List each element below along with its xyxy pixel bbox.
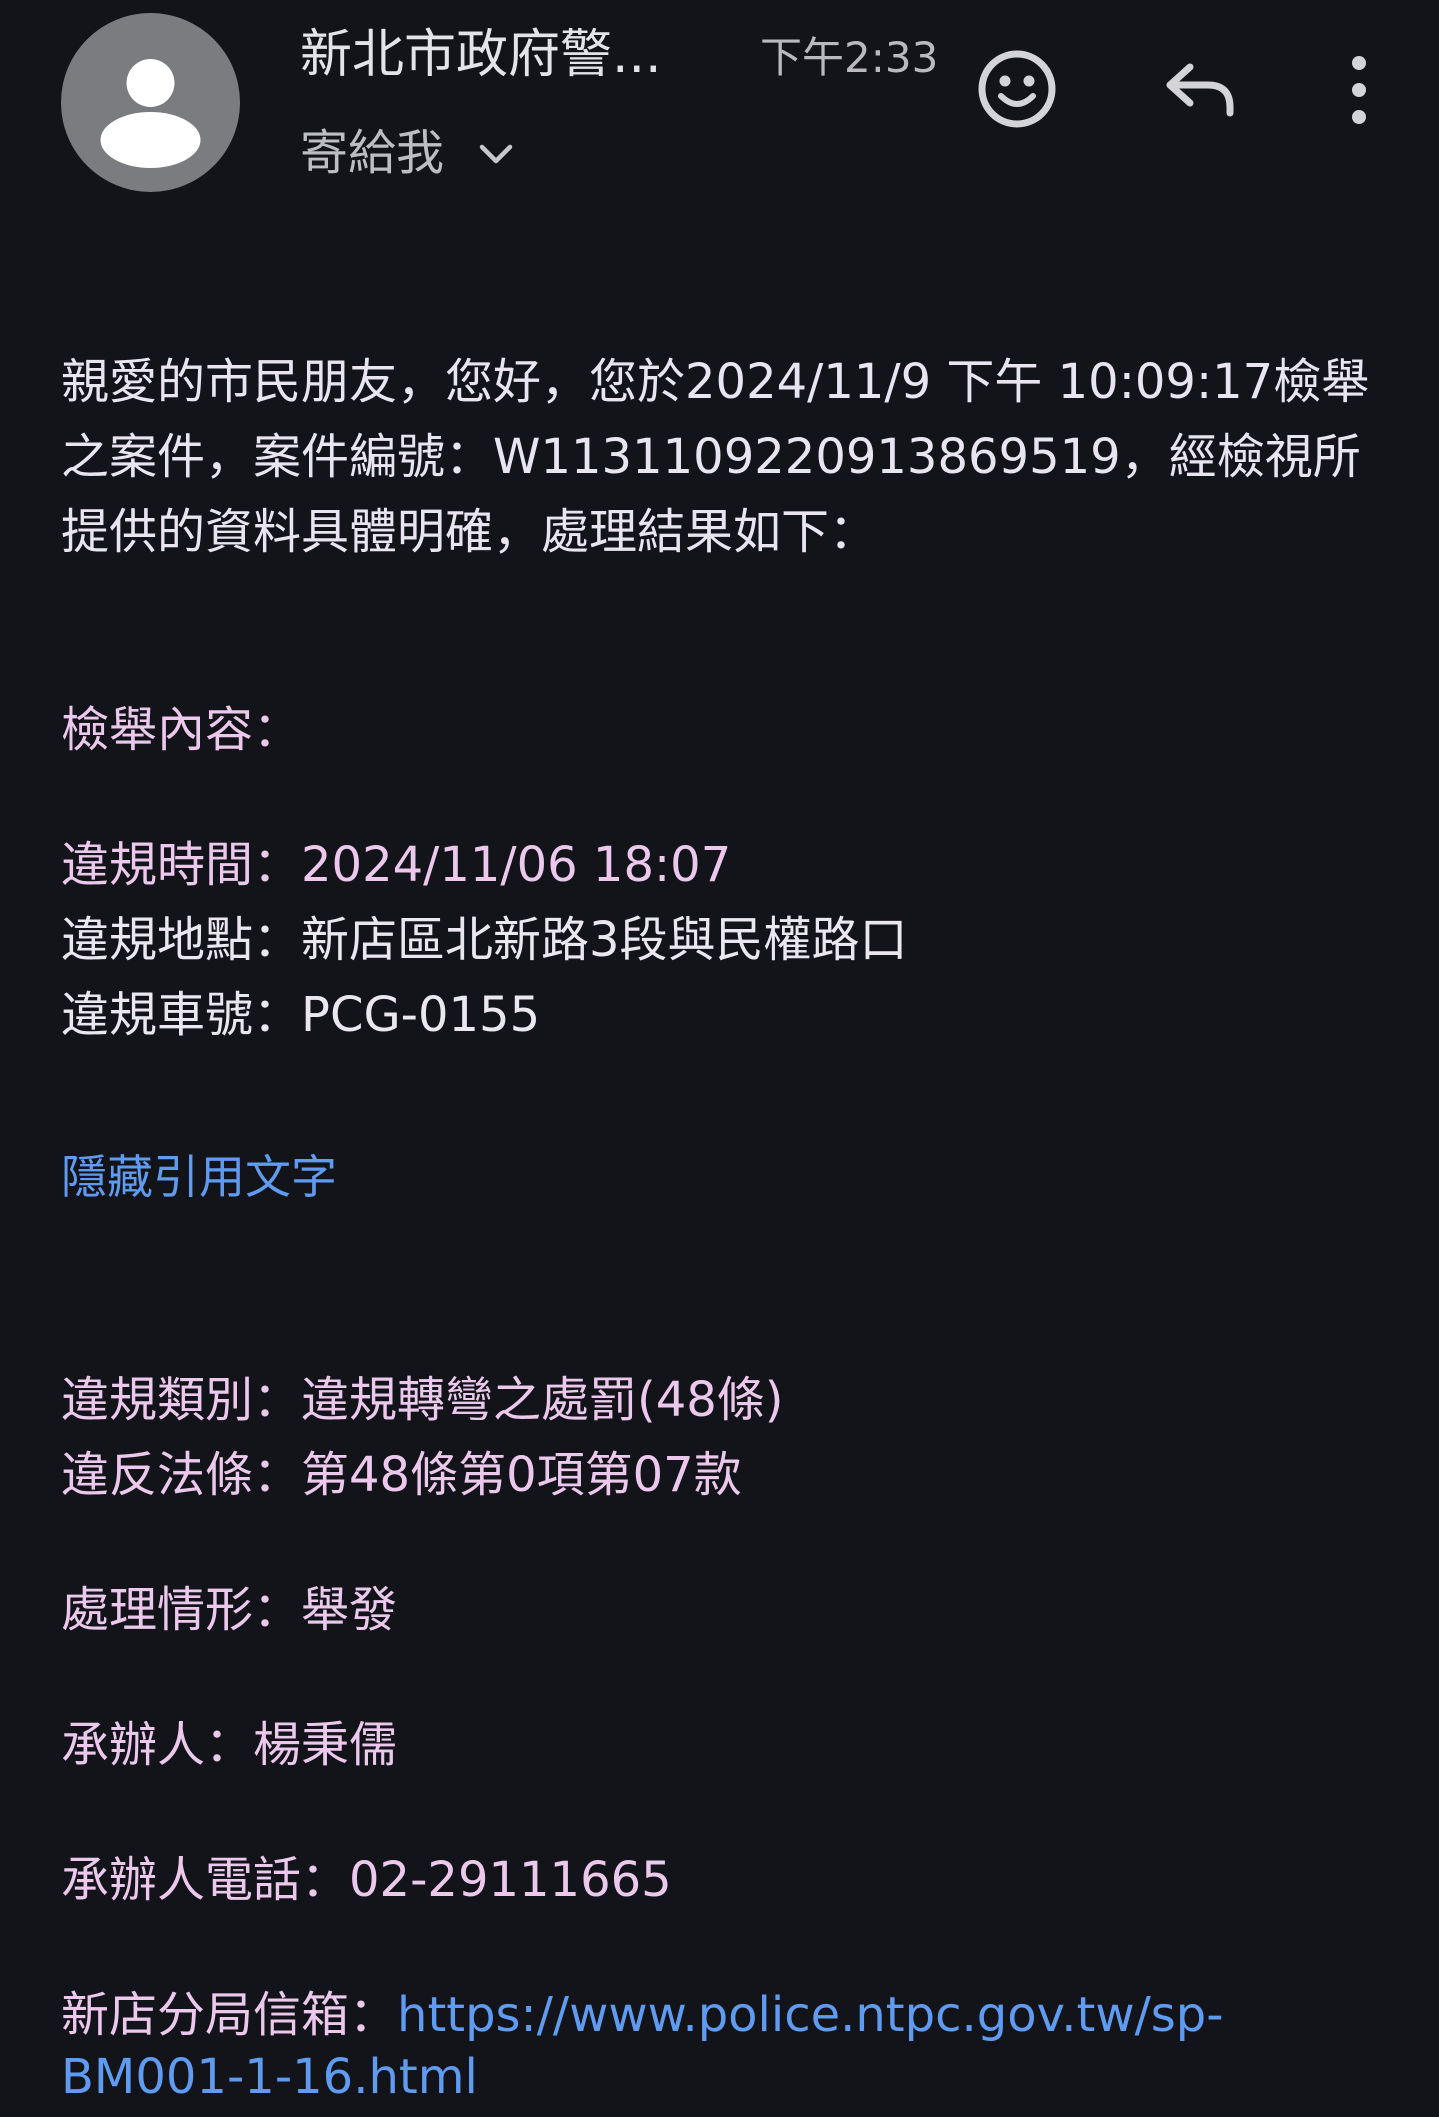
mailbox-label: 新店分局信箱： [61, 1987, 398, 2043]
reply-icon[interactable] [1160, 55, 1240, 125]
intro-paragraph: 親愛的市民朋友，您好，您於2024/11/9 下午 10:09:17檢舉之案件，… [61, 354, 1370, 560]
smiley-icon[interactable] [976, 48, 1058, 130]
sender-avatar[interactable] [61, 13, 240, 192]
violation-place: 違規地點：新店區北新路3段與民權路口 [61, 912, 908, 968]
mailbox-line: 新店分局信箱：https://www.police.ntpc.gov.tw/sp… [61, 1984, 1401, 2108]
message-time: 下午2:33 [760, 33, 939, 82]
violation-type: 違規類別：違規轉彎之處罰(48條) [61, 1372, 784, 1428]
report-content-label: 檢舉內容： [61, 702, 302, 758]
handler-name: 承辦人：楊秉儒 [61, 1717, 398, 1773]
message-body: 親愛的市民朋友，您好，您於2024/11/9 下午 10:09:17檢舉之案件，… [61, 345, 1381, 570]
law-article: 違反法條：第48條第0項第07款 [61, 1447, 742, 1503]
chevron-down-icon[interactable] [476, 140, 516, 170]
more-vert-icon[interactable] [1334, 50, 1384, 130]
processing-status: 處理情形：舉發 [61, 1582, 398, 1638]
recipient-label[interactable]: 寄給我 [300, 120, 444, 186]
sender-name[interactable]: 新北市政府警... [300, 22, 662, 88]
plate-number: 違規車號：PCG-0155 [61, 987, 541, 1043]
violation-time: 違規時間：2024/11/06 18:07 [61, 837, 732, 893]
hide-quoted-text-link[interactable]: 隱藏引用文字 [61, 1140, 337, 1215]
person-icon [100, 59, 201, 168]
handler-phone: 承辦人電話：02-29111665 [61, 1852, 672, 1908]
message-header: 新北市政府警... 下午2:33 寄給我 [0, 0, 1439, 210]
